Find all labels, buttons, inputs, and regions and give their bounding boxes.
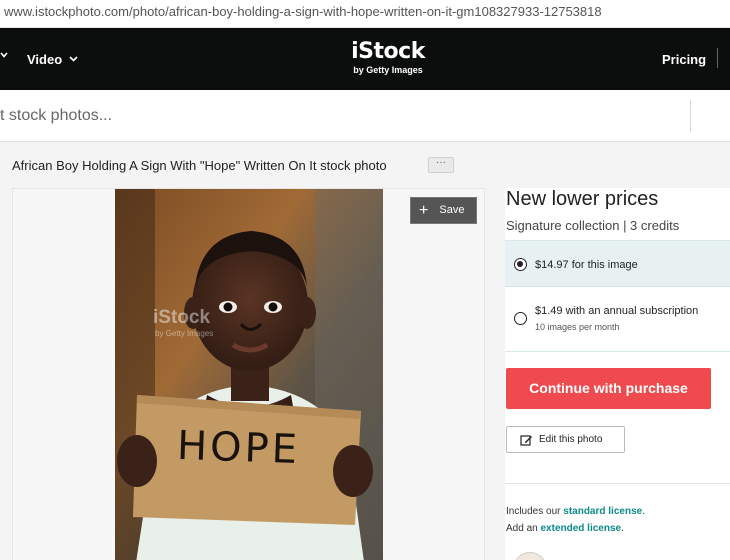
chevron-down-icon	[69, 56, 78, 62]
photo-illustration	[115, 189, 383, 560]
license-info: Includes our standard license.	[506, 506, 645, 517]
save-label: Save	[439, 204, 465, 216]
image-panel: HOPE iStock by Getty Images + Save	[12, 188, 485, 560]
nav-video-label: Video	[27, 52, 63, 67]
watermark-subtext: by Getty Images	[155, 329, 214, 338]
avatar	[513, 552, 547, 560]
stock-photo[interactable]: HOPE iStock by Getty Images	[115, 189, 383, 560]
istock-logo[interactable]: iStock by Getty Images	[346, 39, 430, 76]
extended-license-info: Add an extended license.	[506, 523, 624, 534]
section-divider	[505, 483, 730, 484]
radio-unselected[interactable]	[514, 312, 527, 325]
url-text[interactable]: www.istockphoto.com/photo/african-boy-ho…	[4, 4, 602, 19]
edit-photo-button[interactable]: Edit this photo	[506, 426, 625, 453]
site-header: Video iStock by Getty Images Pricing	[0, 28, 730, 90]
collection-info: Signature collection | 3 credits	[506, 218, 680, 233]
purchase-panel: New lower prices Signature collection | …	[505, 188, 730, 560]
address-bar[interactable]: www.istockphoto.com/photo/african-boy-ho…	[0, 0, 730, 28]
edit-photo-label: Edit this photo	[539, 434, 603, 445]
page-title: African Boy Holding A Sign With "Hope" W…	[12, 158, 387, 173]
pricing-heading: New lower prices	[506, 188, 659, 210]
chevron-down-icon[interactable]	[0, 50, 8, 62]
extended-license-link[interactable]: extended license	[540, 523, 621, 534]
more-options-button[interactable]: ···	[428, 157, 454, 173]
price-option-sublabel: 10 images per month	[535, 322, 620, 332]
price-option-single[interactable]: $14.97 for this image	[505, 240, 730, 286]
save-button[interactable]: + Save	[410, 197, 477, 224]
price-option-label: $14.97 for this image	[535, 259, 638, 271]
nav-video[interactable]: Video	[27, 52, 78, 67]
search-input[interactable]: t stock photos...	[0, 107, 112, 125]
watermark-text: iStock	[153, 307, 211, 328]
standard-license-link[interactable]: standard license	[563, 506, 642, 517]
plus-icon: +	[419, 202, 429, 219]
search-bar[interactable]: t stock photos...	[0, 90, 730, 142]
search-divider	[690, 100, 691, 132]
price-option-label: $1.49 with an annual subscription	[535, 305, 699, 317]
radio-selected[interactable]	[514, 258, 527, 271]
sign-text: HOPE	[176, 422, 301, 474]
nav-pricing[interactable]: Pricing	[662, 52, 706, 67]
logo-text: iStock	[351, 39, 425, 64]
header-divider	[717, 48, 718, 68]
logo-subtext: by Getty Images	[353, 65, 423, 75]
continue-purchase-button[interactable]: Continue with purchase	[506, 368, 711, 409]
main-content: African Boy Holding A Sign With "Hope" W…	[0, 142, 730, 560]
edit-icon	[520, 432, 533, 457]
price-option-subscription[interactable]: $1.49 with an annual subscription 10 ima…	[505, 286, 730, 352]
